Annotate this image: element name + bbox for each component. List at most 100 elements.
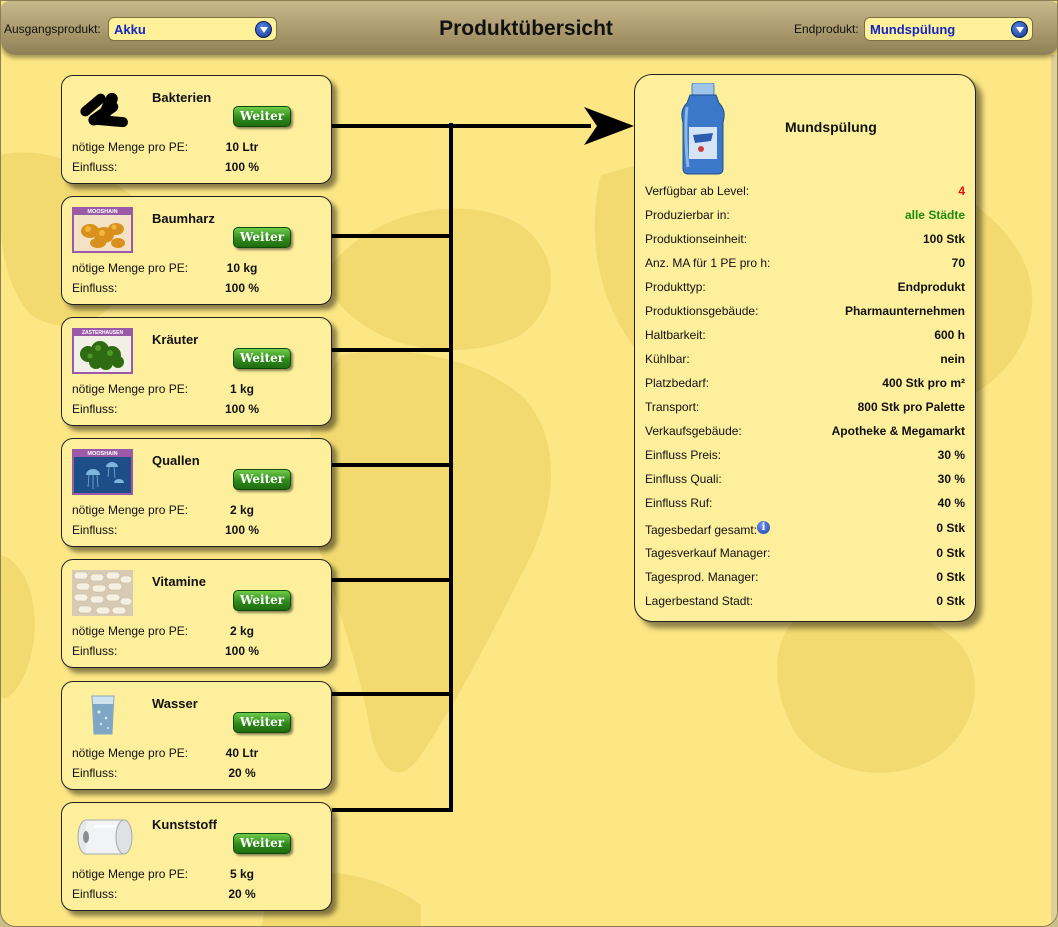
property-row: Einfluss Preis: 30 % <box>645 448 965 466</box>
property-row: Produzierbar in: alle Städte <box>645 208 965 226</box>
mouthwash-bottle-icon <box>681 83 725 175</box>
property-value: nein <box>940 352 965 366</box>
property-value: 100 Stk <box>922 232 965 246</box>
product-tag: MOOSHAIN <box>87 451 117 457</box>
einfluss-label: Einfluss: <box>72 523 118 537</box>
property-value: 400 Stk pro m² <box>882 376 965 390</box>
menge-value: 40 Ltr <box>225 746 259 760</box>
ingredient-name: Wasser <box>152 696 198 711</box>
property-label: Verfügbar ab Level: <box>645 184 750 198</box>
ingredient-name: Kräuter <box>152 332 199 347</box>
property-value: alle Städte <box>904 208 965 222</box>
menge-label: nötige Menge pro PE: <box>72 746 189 760</box>
property-row: Kühlbar: nein <box>645 352 965 370</box>
property-row: Transport: 800 Stk pro Palette <box>645 400 965 418</box>
menge-value: 10 Ltr <box>225 140 259 154</box>
property-label: Platzbedarf: <box>645 376 710 390</box>
property-label: Kühlbar: <box>645 352 690 366</box>
einfluss-value: 100 % <box>224 402 260 416</box>
property-value: Apotheke & Megamarkt <box>831 424 965 438</box>
menge-label: nötige Menge pro PE: <box>72 867 189 881</box>
water-glass-icon <box>91 695 115 735</box>
einfluss-value: 20 % <box>228 887 256 901</box>
weiter-button[interactable]: Weiter <box>233 833 291 854</box>
ingredient-name: Vitamine <box>152 574 206 589</box>
einfluss-label: Einfluss: <box>72 887 118 901</box>
menge-value: 2 kg <box>229 624 254 638</box>
weiter-button[interactable]: Weiter <box>233 106 291 127</box>
menge-value: 10 kg <box>226 261 258 275</box>
weiter-button[interactable]: Weiter <box>233 469 291 490</box>
ingredient-name: Kunststoff <box>152 817 217 832</box>
einfluss-label: Einfluss: <box>72 766 118 780</box>
einfluss-value: 100 % <box>224 281 260 295</box>
ingredient-card-kunststoff: Kunststoff Weiter nötige Menge pro PE: 5… <box>61 802 332 911</box>
property-value: 70 <box>951 256 965 270</box>
ingredient-card-vitamine: Vitamine Weiter nötige Menge pro PE: 2 k… <box>61 559 332 668</box>
property-label: Tagesverkauf Manager: <box>645 546 771 560</box>
herbs-image: ZASTERHAUSEN <box>72 328 133 374</box>
ingredient-card-kraeuter: ZASTERHAUSEN Kräuter Weiter nötige Menge… <box>61 317 332 426</box>
weiter-button[interactable]: Weiter <box>233 590 291 611</box>
weiter-button[interactable]: Weiter <box>233 227 291 248</box>
einfluss-value: 100 % <box>224 523 260 537</box>
einfluss-label: Einfluss: <box>72 160 118 174</box>
menge-label: nötige Menge pro PE: <box>72 624 189 638</box>
property-label: Einfluss Preis: <box>645 448 722 462</box>
menge-label: nötige Menge pro PE: <box>72 140 189 154</box>
property-row: Tagesbedarf gesamt: i 0 Stk <box>645 521 965 539</box>
einfluss-label: Einfluss: <box>72 281 118 295</box>
property-value: 600 h <box>934 328 965 342</box>
einfluss-label: Einfluss: <box>72 644 118 658</box>
einfluss-value: 100 % <box>224 644 260 658</box>
property-label: Produktionsgebäude: <box>645 304 759 318</box>
property-value: 0 Stk <box>936 546 965 560</box>
property-label: Produktionseinheit: <box>645 232 748 246</box>
end-product-card: Mundspülung Verfügbar ab Level: 4 Produz… <box>634 74 976 622</box>
property-label: Einfluss Ruf: <box>645 496 713 510</box>
property-row: Einfluss Quali: 30 % <box>645 472 965 490</box>
property-value: Pharmaunternehmen <box>844 304 965 318</box>
ingredient-card-wasser: Wasser Weiter nötige Menge pro PE: 40 Lt… <box>61 681 332 790</box>
resin-image: MOOSHAIN <box>72 207 133 253</box>
menge-label: nötige Menge pro PE: <box>72 261 189 275</box>
property-value: 30 % <box>937 472 965 486</box>
info-icon[interactable]: i <box>757 521 771 534</box>
end-product-name: Mundspülung <box>785 119 877 135</box>
menge-label: nötige Menge pro PE: <box>72 503 189 517</box>
weiter-button[interactable]: Weiter <box>233 712 291 733</box>
property-row: Produkttyp: Endprodukt <box>645 280 965 298</box>
menge-value: 2 kg <box>229 503 254 517</box>
property-value: 40 % <box>937 496 965 510</box>
property-row: Produktionsgebäude: Pharmaunternehmen <box>645 304 965 322</box>
einfluss-value: 100 % <box>224 160 260 174</box>
menge-label: nötige Menge pro PE: <box>72 382 189 396</box>
property-label: Haltbarkeit: <box>645 328 706 342</box>
property-row: Verfügbar ab Level: 4 <box>645 184 965 202</box>
property-row: Tagesverkauf Manager: 0 Stk <box>645 546 965 564</box>
property-label: Tagesbedarf gesamt: <box>645 523 758 537</box>
property-label: Verkaufsgebäude: <box>645 424 742 438</box>
menge-value: 5 kg <box>229 867 254 881</box>
jellyfish-image: MOOSHAIN <box>72 449 133 495</box>
property-row: Lagerbestand Stadt: 0 Stk <box>645 594 965 612</box>
property-value: 800 Stk pro Palette <box>857 400 965 414</box>
property-value: 0 Stk <box>936 594 965 608</box>
ingredient-name: Baumharz <box>152 211 215 226</box>
app-frame: Ausgangsprodukt: Akku Produktübersicht E… <box>0 0 1058 927</box>
property-row: Verkaufsgebäude: Apotheke & Megamarkt <box>645 424 965 442</box>
property-row: Anz. MA für 1 PE pro h: 70 <box>645 256 965 274</box>
property-row: Platzbedarf: 400 Stk pro m² <box>645 376 965 394</box>
property-label: Produzierbar in: <box>645 208 730 222</box>
plastic-roll-icon <box>77 819 133 855</box>
weiter-button[interactable]: Weiter <box>233 348 291 369</box>
einfluss-label: Einfluss: <box>72 402 118 416</box>
property-label: Lagerbestand Stadt: <box>645 594 754 608</box>
property-label: Transport: <box>645 400 700 414</box>
bacteria-icon <box>80 92 128 128</box>
property-label: Anz. MA für 1 PE pro h: <box>645 256 771 270</box>
property-value: 0 Stk <box>936 570 965 584</box>
arrow-head-icon <box>584 107 634 145</box>
ingredient-name: Quallen <box>152 453 200 468</box>
property-value: Endprodukt <box>897 280 965 294</box>
